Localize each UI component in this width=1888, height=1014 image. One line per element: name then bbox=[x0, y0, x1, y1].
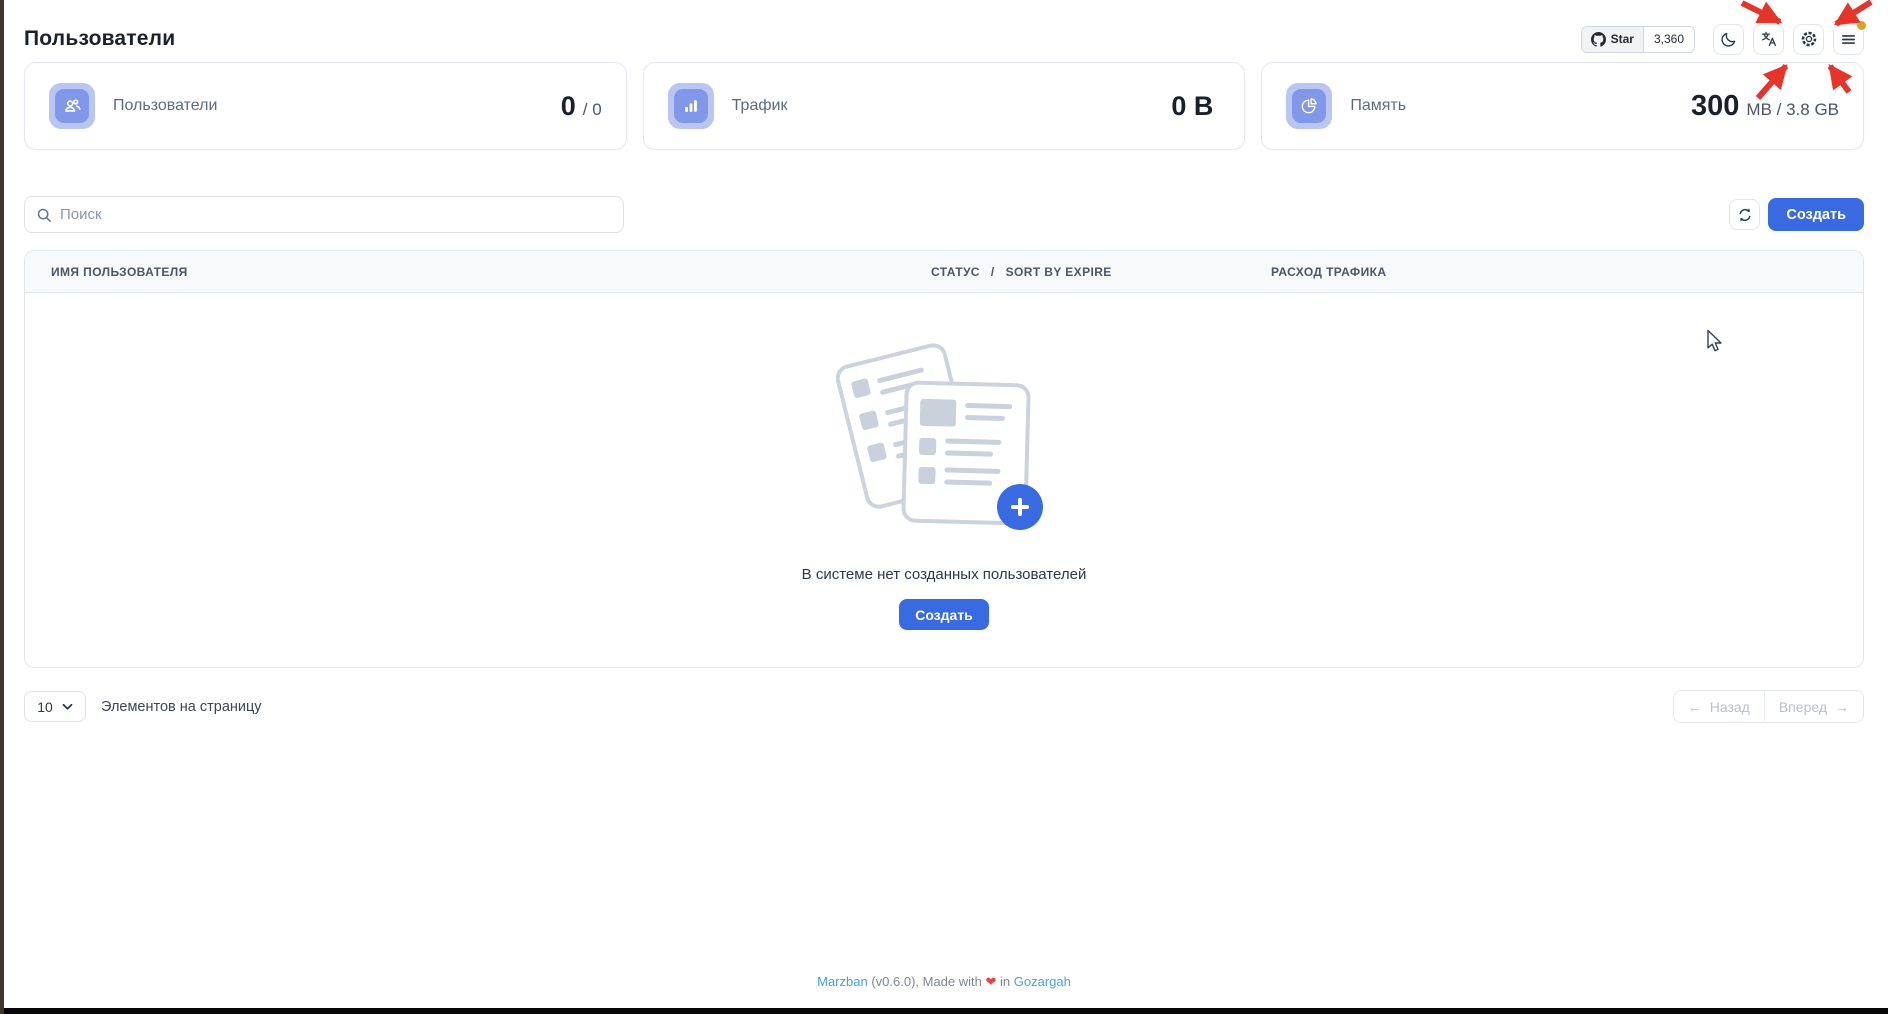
translate-icon bbox=[1760, 30, 1778, 48]
empty-create-button[interactable]: Создать bbox=[899, 599, 989, 630]
window-left-edge bbox=[0, 0, 4, 1014]
stat-cards: Пользователи 0 / 0 Трафик 0 B bbox=[24, 62, 1864, 150]
heart-icon: ❤ bbox=[986, 974, 997, 989]
theme-toggle-button[interactable] bbox=[1713, 24, 1744, 55]
column-header-traffic[interactable]: РАСХОД ТРАФИКА bbox=[1271, 265, 1837, 279]
stat-card-value: 0 / 0 bbox=[561, 91, 602, 122]
menu-button[interactable] bbox=[1833, 24, 1864, 55]
add-plus-icon bbox=[997, 484, 1043, 530]
footer-in-text: in bbox=[1000, 974, 1010, 989]
topbar-actions: Star 3,360 bbox=[1581, 24, 1864, 55]
arrow-right-icon: → bbox=[1835, 699, 1849, 715]
users-table: ИМЯ ПОЛЬЗОВАТЕЛЯ СТАТУС / SORT BY EXPIRE… bbox=[24, 250, 1864, 668]
footer: Marzban (v0.6.0), Made with ❤ in Gozarga… bbox=[817, 974, 1071, 990]
prev-page-button[interactable]: ← Назад bbox=[1674, 691, 1765, 722]
header-icon-buttons bbox=[1713, 24, 1864, 55]
github-logo-icon bbox=[1591, 32, 1606, 47]
chevron-down-icon bbox=[62, 703, 73, 711]
search-icon bbox=[36, 207, 52, 223]
notification-dot bbox=[1857, 21, 1866, 30]
stat-card-memory: Память 300 MB / 3.8 GB bbox=[1261, 62, 1864, 150]
github-star-widget[interactable]: Star 3,360 bbox=[1581, 26, 1695, 53]
stat-card-users: Пользователи 0 / 0 bbox=[24, 62, 627, 150]
page-title: Пользователи bbox=[24, 27, 175, 51]
stat-card-value: 0 B bbox=[1171, 91, 1220, 122]
toolbar: Создать bbox=[24, 196, 1864, 233]
toolbar-actions: Создать bbox=[1729, 198, 1864, 231]
empty-state-illustration bbox=[837, 348, 1052, 536]
moon-icon bbox=[1720, 31, 1737, 48]
gozargah-link[interactable]: Gozargah bbox=[1014, 974, 1071, 989]
language-button[interactable] bbox=[1753, 24, 1784, 55]
create-button[interactable]: Создать bbox=[1768, 198, 1864, 231]
refresh-button[interactable] bbox=[1729, 199, 1760, 230]
stat-card-traffic: Трафик 0 B bbox=[643, 62, 1246, 150]
arrow-left-icon: ← bbox=[1688, 699, 1702, 715]
memory-pie-icon bbox=[1286, 83, 1332, 129]
empty-state-message: В системе нет созданных пользователей bbox=[802, 566, 1087, 583]
search-input[interactable] bbox=[60, 206, 612, 223]
page-size-select[interactable]: 10 bbox=[24, 691, 86, 722]
table-empty-body: В системе нет созданных пользователей Со… bbox=[25, 293, 1863, 667]
users-icon bbox=[49, 83, 95, 129]
stat-card-value: 300 MB / 3.8 GB bbox=[1691, 90, 1839, 123]
page-size-value: 10 bbox=[37, 699, 53, 715]
gear-icon bbox=[1800, 30, 1818, 48]
users-page: Пользователи Star 3,360 bbox=[0, 0, 1888, 1014]
github-star-button[interactable]: Star bbox=[1582, 27, 1644, 52]
stat-card-label: Пользователи bbox=[113, 97, 217, 115]
refresh-icon bbox=[1737, 207, 1753, 223]
stat-card-label: Трафик bbox=[732, 97, 788, 115]
app-window: Пользователи Star 3,360 bbox=[0, 0, 1888, 1014]
stat-card-label: Память bbox=[1350, 97, 1406, 115]
column-divider: / bbox=[991, 265, 995, 279]
per-page-label: Элементов на страницу bbox=[101, 699, 262, 715]
github-star-label: Star bbox=[1611, 32, 1634, 46]
status-sort-label[interactable]: СТАТУС bbox=[931, 265, 980, 279]
topbar: Пользователи Star 3,360 bbox=[24, 16, 1864, 62]
settings-button[interactable] bbox=[1793, 24, 1824, 55]
pagination-nav: ← Назад Вперед → bbox=[1673, 690, 1864, 723]
column-header-username[interactable]: ИМЯ ПОЛЬЗОВАТЕЛЯ bbox=[51, 265, 931, 279]
github-star-count[interactable]: 3,360 bbox=[1644, 27, 1694, 52]
marzban-link[interactable]: Marzban bbox=[817, 974, 868, 989]
search-box bbox=[24, 196, 624, 233]
next-page-button[interactable]: Вперед → bbox=[1765, 691, 1863, 722]
traffic-bars-icon bbox=[668, 83, 714, 129]
footer-version-text: (v0.6.0), Made with bbox=[871, 974, 982, 989]
hamburger-icon bbox=[1840, 31, 1857, 48]
column-header-status: СТАТУС / SORT BY EXPIRE bbox=[931, 265, 1271, 279]
window-bottom-edge bbox=[4, 1008, 1888, 1014]
expire-sort-label[interactable]: SORT BY EXPIRE bbox=[1006, 265, 1112, 279]
pagination: 10 Элементов на страницу ← Назад Вперед … bbox=[24, 690, 1864, 723]
table-header-row: ИМЯ ПОЛЬЗОВАТЕЛЯ СТАТУС / SORT BY EXPIRE… bbox=[25, 251, 1863, 293]
